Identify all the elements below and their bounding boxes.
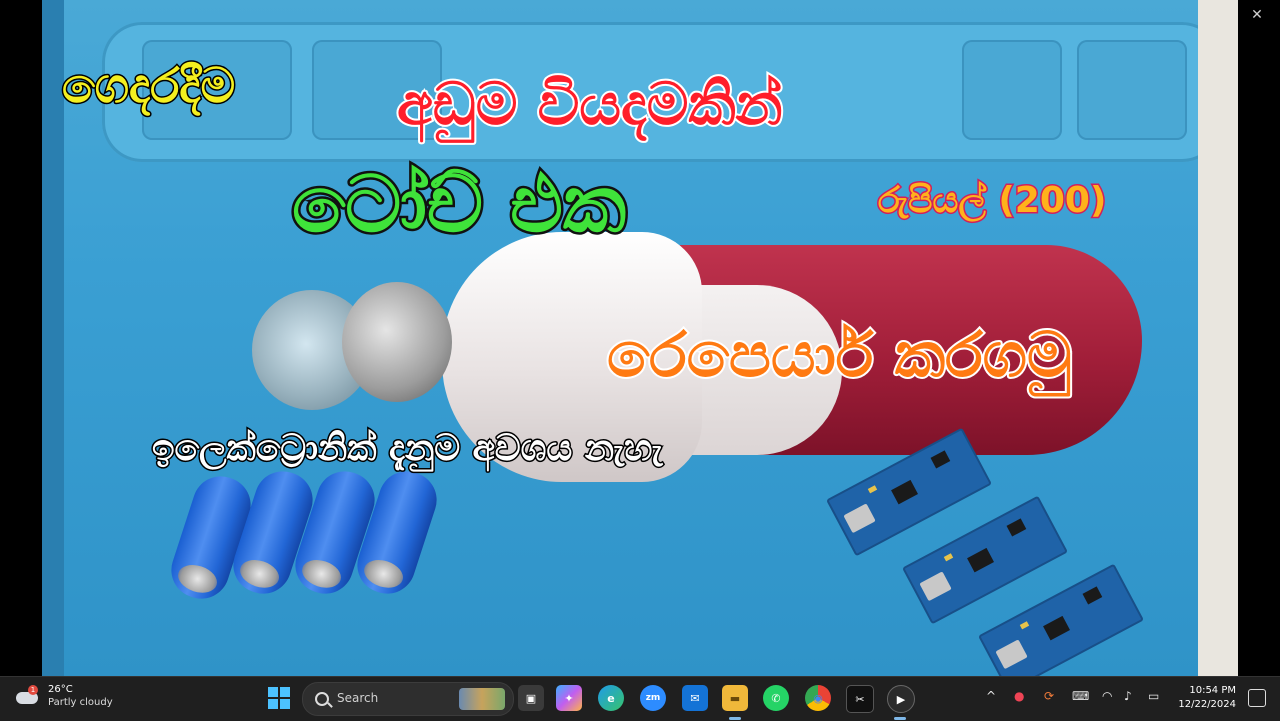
battery-cap <box>236 555 283 593</box>
usb-port <box>843 503 876 534</box>
headline-torch: ටෝච් එක <box>289 158 628 253</box>
security-icon[interactable]: ● <box>1014 689 1024 703</box>
led <box>1019 621 1030 630</box>
table-surface <box>1198 0 1238 676</box>
taskbar: 1 26°C Partly cloudy Search ▣ ✦ e zm ✉ ▬… <box>0 676 1280 721</box>
mat-edge <box>42 0 64 676</box>
mail-icon[interactable]: ✉ <box>682 685 708 711</box>
zoom-icon[interactable]: zm <box>640 685 666 711</box>
clock[interactable]: 10:54 PM 12/22/2024 <box>1178 684 1236 712</box>
mat-slot <box>1077 40 1187 140</box>
weather-temperature: 26°C <box>48 684 73 695</box>
copilot-icon[interactable]: ✦ <box>556 685 582 711</box>
battery-cap <box>298 555 345 593</box>
search-highlight-image <box>459 688 505 710</box>
battery-cap <box>174 560 221 598</box>
usb-port <box>919 571 952 602</box>
app-window: – ❐ ✕ <box>0 0 1280 676</box>
close-button[interactable]: ✕ <box>1234 0 1280 30</box>
headline-repair: රෙපෙයාර් කරගමු <box>605 316 1074 393</box>
led <box>943 553 954 562</box>
headline-at-home: ගෙදරදීම <box>60 57 236 116</box>
chip <box>891 479 918 505</box>
chip <box>1082 586 1103 605</box>
keyboard-icon[interactable]: ⌨ <box>1072 689 1089 703</box>
torch-reflector <box>342 282 452 402</box>
notification-badge: 1 <box>28 685 38 695</box>
search-icon <box>315 692 329 706</box>
chrome-icon[interactable]: ◉ <box>805 685 831 711</box>
task-view-icon[interactable]: ▣ <box>518 685 544 711</box>
mat-slot <box>962 40 1062 140</box>
battery-icon[interactable]: ▭ <box>1148 689 1159 703</box>
media-player-icon[interactable]: ▶ <box>887 685 915 713</box>
video-thumbnail[interactable]: ගෙදරදීම අඩුම වියදමකින් ටෝච් එක රුපියල් (… <box>42 0 1238 676</box>
chip <box>930 450 951 469</box>
clock-time: 10:54 PM <box>1189 685 1236 696</box>
sync-icon[interactable]: ⟳ <box>1044 689 1054 703</box>
clock-date: 12/22/2024 <box>1178 699 1236 710</box>
edge-icon[interactable]: e <box>598 685 624 711</box>
file-explorer-icon[interactable]: ▬ <box>722 685 748 711</box>
price-label: රුපියල් (200) <box>876 179 1107 223</box>
headline-no-knowledge: ඉලෙක්ට්‍රොනික් දැනුම අවශය නැහැ <box>151 427 664 471</box>
wifi-icon[interactable]: ◠ <box>1102 689 1112 703</box>
chip <box>1043 615 1070 641</box>
start-button[interactable] <box>268 687 290 709</box>
capcut-icon[interactable]: ✂ <box>846 685 874 713</box>
usb-port <box>995 639 1028 670</box>
headline-lowest-cost: අඩුම වියදමකින් <box>395 68 785 140</box>
notification-center-icon[interactable] <box>1248 689 1266 707</box>
chip <box>967 547 994 573</box>
whatsapp-icon[interactable]: ✆ <box>763 685 789 711</box>
led <box>867 485 878 494</box>
weather-widget[interactable]: 1 26°C Partly cloudy <box>14 683 113 709</box>
battery-cap <box>360 555 407 593</box>
partly-cloudy-icon: 1 <box>14 685 40 707</box>
search-label: Search <box>337 691 379 705</box>
taskbar-search[interactable]: Search <box>302 682 514 716</box>
chip <box>1006 518 1027 537</box>
tray-overflow-chevron-icon[interactable]: ^ <box>986 689 996 703</box>
weather-condition: Partly cloudy <box>48 697 113 708</box>
volume-icon[interactable]: ♪ <box>1124 689 1132 703</box>
